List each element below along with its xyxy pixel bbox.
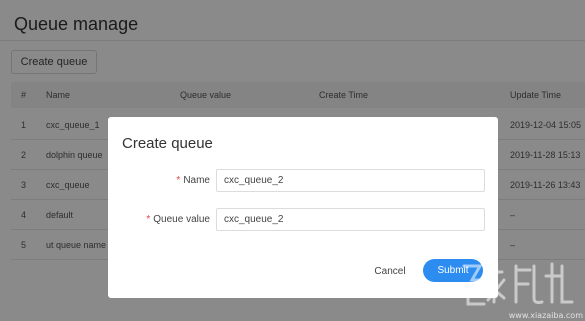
queue-value-input[interactable] <box>216 208 485 231</box>
required-mark: * <box>176 175 181 186</box>
queue-value-field-label: * Queue value <box>108 214 210 225</box>
name-field-label: * Name <box>108 175 210 186</box>
queue-value-label-text: Queue value <box>153 214 210 225</box>
required-mark: * <box>146 214 151 225</box>
name-label-text: Name <box>183 175 210 186</box>
create-queue-dialog: Create queue *Name *Queue value Cancel S… <box>108 117 498 298</box>
watermark-logo-icon <box>462 262 574 306</box>
cancel-button[interactable]: Cancel <box>365 260 415 282</box>
dialog-title: Create queue <box>122 135 213 152</box>
name-input[interactable] <box>216 169 485 192</box>
watermark-url: www.xiazaiba.com <box>508 311 583 320</box>
